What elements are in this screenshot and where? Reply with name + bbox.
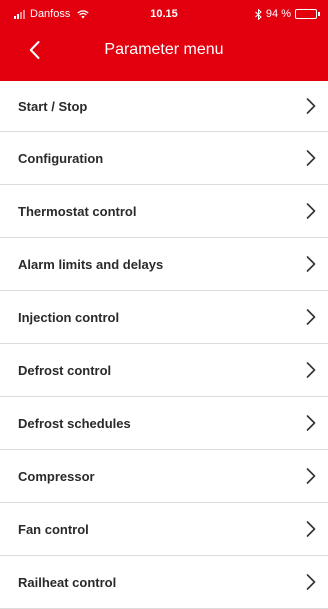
menu-item[interactable]: Injection control bbox=[0, 291, 328, 344]
status-right: 94 % bbox=[255, 0, 320, 28]
menu-item-label: Start / Stop bbox=[18, 98, 88, 114]
status-bar: Danfoss 10.15 94 % bbox=[0, 0, 328, 28]
parameter-menu-list: Start / Stop Configuration Thermostat cont… bbox=[0, 81, 328, 609]
back-button[interactable] bbox=[22, 38, 46, 62]
chevron-left-icon bbox=[29, 41, 39, 59]
chevron-right-icon bbox=[306, 521, 316, 537]
menu-item[interactable]: Railheat control bbox=[0, 556, 328, 609]
chevron-right-icon bbox=[306, 574, 316, 590]
menu-item-label: Thermostat control bbox=[18, 203, 137, 219]
menu-item[interactable]: Start / Stop bbox=[0, 81, 328, 132]
menu-item-label: Fan control bbox=[18, 521, 89, 537]
chevron-right-icon bbox=[306, 203, 316, 219]
page-title: Parameter menu bbox=[104, 41, 224, 58]
chevron-right-icon bbox=[306, 256, 316, 272]
menu-item[interactable]: Defrost schedules bbox=[0, 397, 328, 450]
chevron-right-icon bbox=[306, 98, 316, 114]
menu-item[interactable]: Fan control bbox=[0, 503, 328, 556]
chevron-right-icon bbox=[306, 150, 316, 166]
menu-item-label: Compressor bbox=[18, 468, 95, 484]
menu-item-label: Injection control bbox=[18, 309, 120, 325]
menu-item[interactable]: Defrost control bbox=[0, 344, 328, 397]
menu-item-label: Defrost control bbox=[18, 362, 112, 378]
menu-item[interactable]: Thermostat control bbox=[0, 185, 328, 238]
battery-percent: 94 % bbox=[265, 8, 291, 20]
menu-item-label: Configuration bbox=[18, 150, 104, 166]
app-header: Danfoss 10.15 94 % Parameter menu bbox=[0, 0, 328, 81]
menu-item-label: Railheat control bbox=[18, 574, 117, 590]
menu-item[interactable]: Compressor bbox=[0, 450, 328, 503]
chevron-right-icon bbox=[306, 309, 316, 325]
menu-item-label: Defrost schedules bbox=[18, 415, 131, 431]
menu-item[interactable]: Alarm limits and delays bbox=[0, 238, 328, 291]
chevron-right-icon bbox=[306, 468, 316, 484]
bluetooth-icon bbox=[255, 8, 262, 20]
battery-icon bbox=[295, 9, 320, 19]
chevron-right-icon bbox=[306, 362, 316, 378]
menu-item[interactable]: Configuration bbox=[0, 132, 328, 185]
menu-item-label: Alarm limits and delays bbox=[18, 256, 164, 272]
chevron-right-icon bbox=[306, 415, 316, 431]
